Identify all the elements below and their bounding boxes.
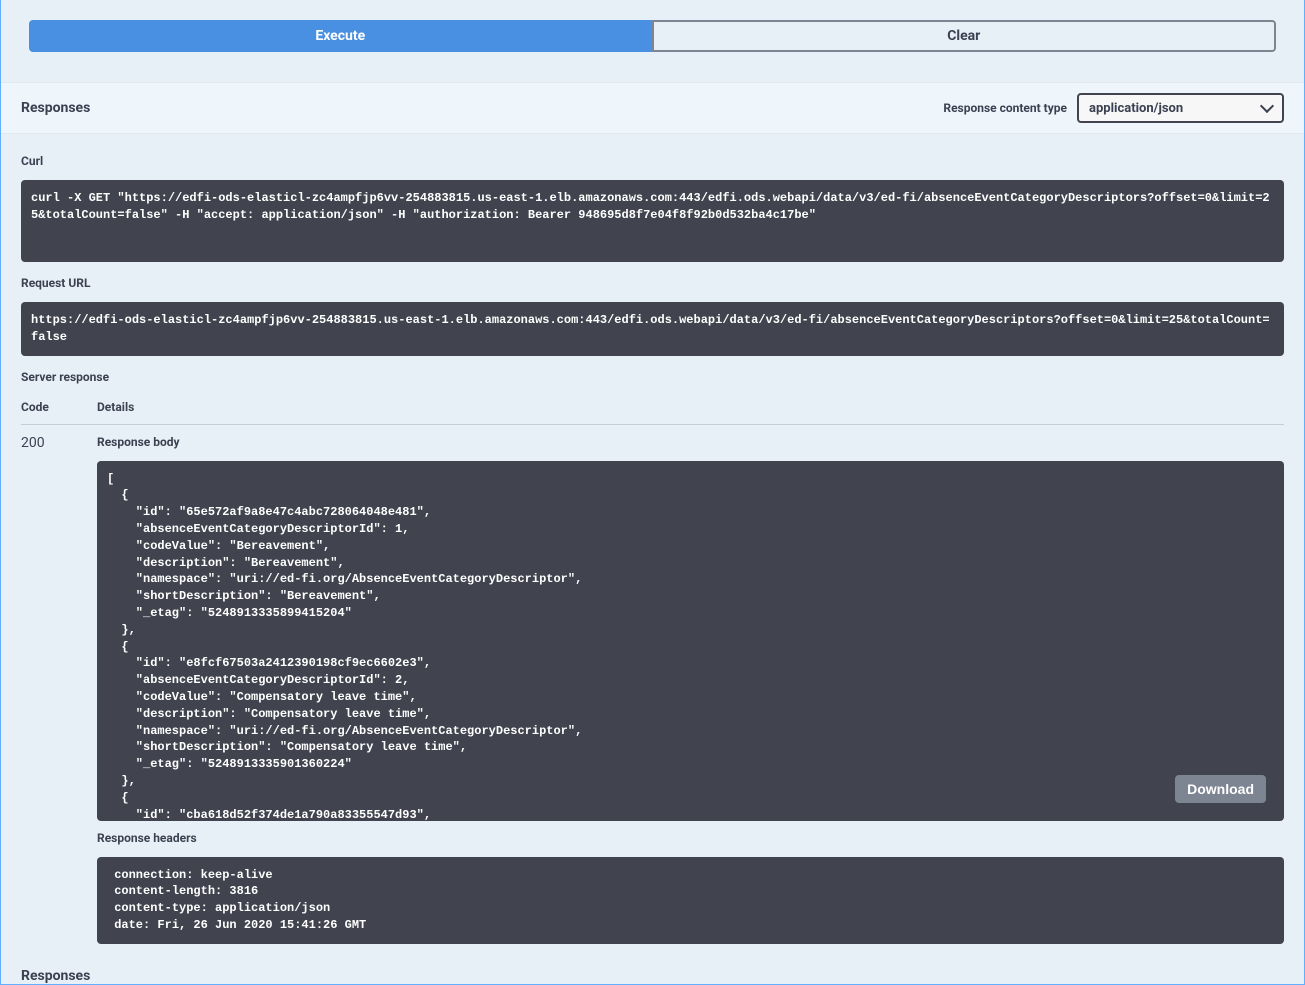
button-row: Execute Clear [1, 0, 1304, 82]
response-headers-label: Response headers [97, 831, 1284, 845]
curl-label: Curl [21, 154, 1284, 168]
request-url-block[interactable]: https://edfi-ods-elasticl-zc4ampfjp6vv-2… [21, 302, 1284, 356]
body-section: Curl curl -X GET "https://edfi-ods-elast… [1, 134, 1304, 958]
response-row: 200 Response body [ { "id": "65e572af9a8… [21, 425, 1284, 958]
content-type-wrap: Response content type application/json [943, 93, 1284, 123]
content-type-label: Response content type [943, 101, 1067, 115]
response-code: 200 [21, 435, 97, 958]
curl-block[interactable]: curl -X GET "https://edfi-ods-elasticl-z… [21, 180, 1284, 262]
download-button[interactable]: Download [1175, 775, 1266, 803]
response-details: Response body [ { "id": "65e572af9a8e47c… [97, 435, 1284, 958]
response-headers-block[interactable]: connection: keep-alive content-length: 3… [97, 857, 1284, 944]
response-body-wrap: [ { "id": "65e572af9a8e47c4abc728064048e… [97, 461, 1284, 821]
server-response-label: Server response [21, 370, 1284, 384]
details-header: Details [97, 400, 1284, 414]
request-url-label: Request URL [21, 276, 1284, 290]
response-body-block[interactable]: [ { "id": "65e572af9a8e47c4abc728064048e… [97, 461, 1284, 821]
code-header: Code [21, 400, 97, 414]
table-header: Code Details [21, 390, 1284, 425]
response-body-label: Response body [97, 435, 1284, 449]
bottom-responses-label: Responses [1, 958, 1304, 984]
execute-button[interactable]: Execute [29, 20, 652, 52]
clear-button[interactable]: Clear [652, 20, 1277, 52]
content-type-select[interactable]: application/json [1077, 93, 1284, 123]
responses-header: Responses Response content type applicat… [1, 82, 1304, 134]
content-type-value: application/json [1089, 101, 1183, 116]
responses-title: Responses [21, 100, 90, 116]
operation-panel: Execute Clear Responses Response content… [0, 0, 1305, 985]
